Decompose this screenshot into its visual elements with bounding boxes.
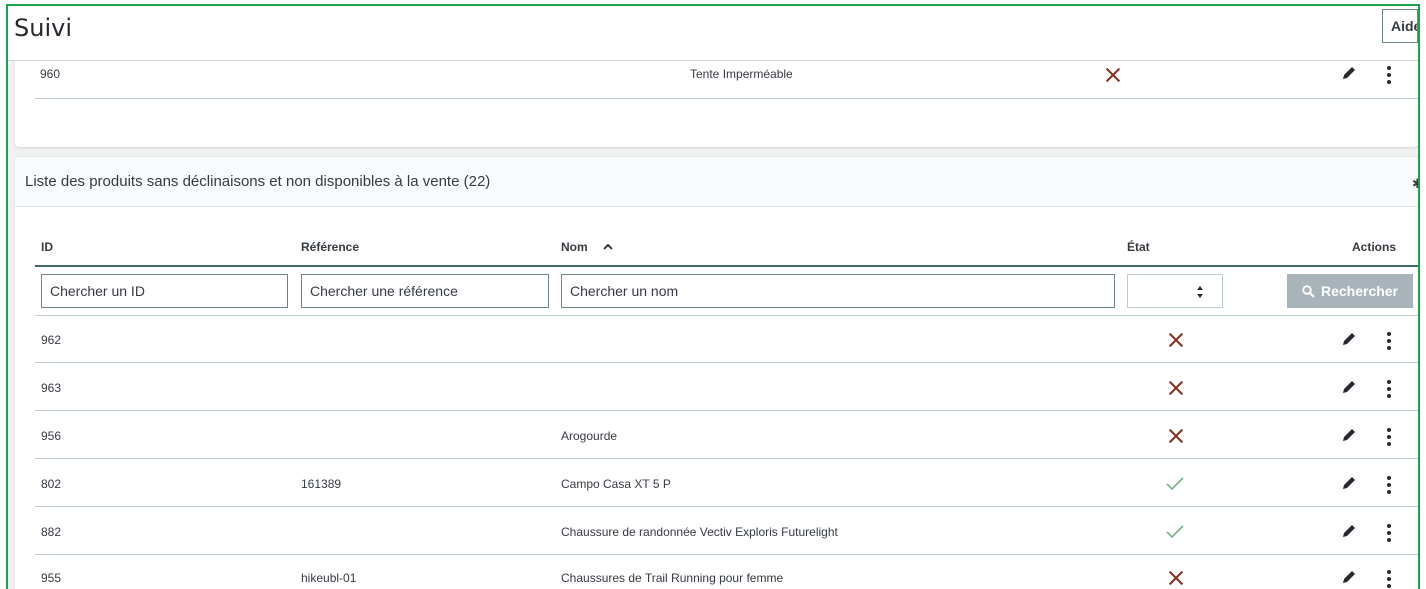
kebab-menu-icon[interactable] xyxy=(1386,476,1392,494)
row-name: Campo Casa XT 5 P xyxy=(561,477,671,491)
column-header-id[interactable]: ID xyxy=(41,240,53,254)
column-header-actions: Actions xyxy=(1352,240,1397,254)
kebab-menu-icon[interactable] xyxy=(1386,380,1392,398)
pencil-icon[interactable] xyxy=(1341,569,1357,585)
filter-state-select[interactable] xyxy=(1127,274,1223,308)
products-list-card: Liste des produits sans déclinaisons et … xyxy=(15,157,1418,589)
row-id: 956 xyxy=(41,429,62,443)
row-name: Chaussure de randonnée Vectiv Exploris F… xyxy=(561,525,838,539)
cross-icon[interactable] xyxy=(1168,570,1184,586)
pencil-icon[interactable] xyxy=(1341,523,1357,539)
column-header-state[interactable]: État xyxy=(1127,240,1150,254)
previous-list-card: 960 Tente Imperméable xyxy=(15,61,1418,147)
select-arrows-icon xyxy=(1197,286,1203,298)
cross-icon[interactable] xyxy=(1168,380,1184,396)
row-id: 955 xyxy=(41,571,62,585)
row-divider xyxy=(35,98,1418,99)
header-divider xyxy=(35,265,1418,267)
search-button[interactable]: Rechercher xyxy=(1287,274,1413,308)
search-button-label: Rechercher xyxy=(1320,283,1399,299)
pencil-icon[interactable] xyxy=(1341,475,1357,491)
kebab-menu-icon[interactable] xyxy=(1386,332,1392,350)
column-header-name[interactable]: Nom xyxy=(561,240,588,254)
row-id: 963 xyxy=(41,381,62,395)
row-name: Tente Imperméable xyxy=(690,67,793,81)
page-title: Suivi xyxy=(14,14,72,42)
kebab-menu-icon[interactable] xyxy=(1386,428,1392,446)
cross-icon xyxy=(1105,67,1121,83)
settings-icon[interactable]: ✱ xyxy=(1412,177,1418,191)
pencil-icon[interactable] xyxy=(1341,331,1357,347)
row-reference: 161389 xyxy=(301,477,342,491)
card-header: Liste des produits sans déclinaisons et … xyxy=(15,157,1418,207)
kebab-menu-icon[interactable] xyxy=(1386,66,1392,84)
row-id: 882 xyxy=(41,525,62,539)
row-name: Arogourde xyxy=(561,429,618,443)
chevron-up-icon[interactable] xyxy=(603,243,613,251)
kebab-menu-icon[interactable] xyxy=(1386,570,1392,588)
row-reference: hikeubl-01 xyxy=(301,571,357,585)
pencil-icon[interactable] xyxy=(1341,65,1357,81)
filter-id-input[interactable] xyxy=(41,274,288,308)
row-id: 962 xyxy=(41,333,62,347)
filter-name-input[interactable] xyxy=(561,274,1115,308)
row-id: 960 xyxy=(40,67,61,81)
cross-icon[interactable] xyxy=(1168,428,1184,444)
search-icon xyxy=(1302,284,1315,298)
check-icon[interactable] xyxy=(1166,476,1184,492)
check-icon[interactable] xyxy=(1166,524,1184,540)
page-header: Suivi Aide xyxy=(8,6,1418,61)
row-name: Chaussures de Trail Running pour femme xyxy=(561,571,784,585)
column-header-reference[interactable]: Référence xyxy=(301,240,359,254)
row-id: 802 xyxy=(41,477,62,491)
kebab-menu-icon[interactable] xyxy=(1386,524,1392,542)
pencil-icon[interactable] xyxy=(1341,379,1357,395)
cross-icon[interactable] xyxy=(1168,332,1184,348)
card-title: Liste des produits sans déclinaisons et … xyxy=(25,173,491,190)
help-button[interactable]: Aide xyxy=(1382,9,1418,43)
filter-reference-input[interactable] xyxy=(301,274,549,308)
pencil-icon[interactable] xyxy=(1341,427,1357,443)
